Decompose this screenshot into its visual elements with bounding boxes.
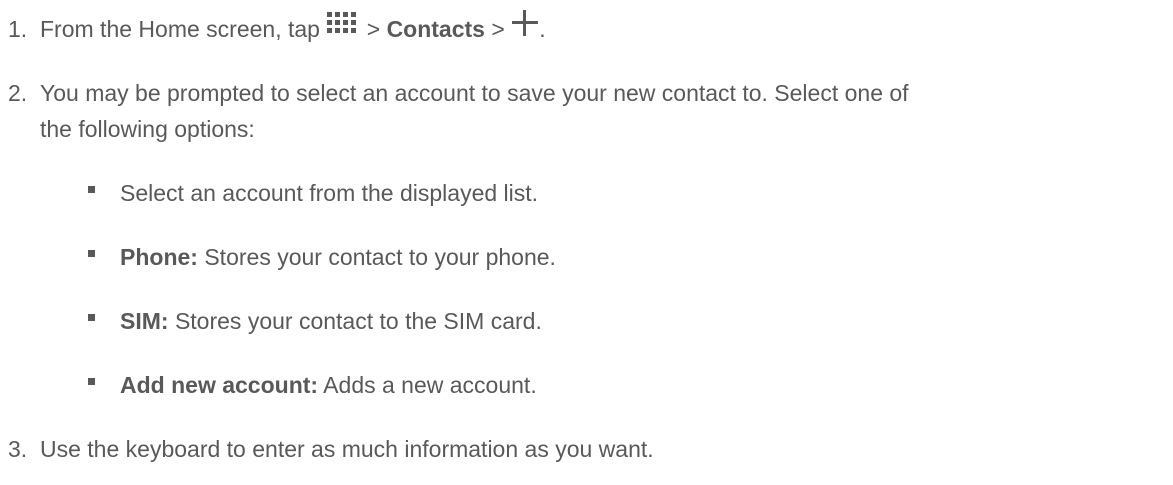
bullet-text: Select an account from the displayed lis… (120, 180, 539, 206)
separator: > (484, 16, 512, 42)
plus-icon (511, 9, 539, 46)
step-3: 3. Use the keyboard to enter as much info… (8, 432, 654, 466)
step-1-intro: From the Home screen, tap (40, 16, 327, 42)
contacts-label: Contacts (386, 16, 485, 42)
apps-grid-icon (326, 10, 360, 45)
step-1-period: . (539, 16, 546, 42)
bullet-text: Stores your contact to your phone. (197, 244, 556, 270)
bullet-icon (88, 378, 95, 385)
bullet-icon (88, 250, 95, 257)
bullet-label: Add new account: (120, 372, 319, 398)
step-text: Use the keyboard to enter as much inform… (40, 436, 654, 462)
bullet-text: Stores your contact to the SIM card. (168, 308, 542, 334)
step-number: 3. (8, 436, 28, 462)
bullet-text: Adds a new account. (318, 372, 537, 398)
separator: > (360, 16, 387, 42)
step-number: 1. (8, 16, 28, 42)
step-text: You may be prompted to select an account… (40, 80, 909, 106)
step-2-continuation: the following options: (40, 116, 255, 142)
step-number: 2. (8, 80, 28, 106)
bullet-icon (88, 314, 95, 321)
step-1: 1. From the Home screen, tap > Contacts >… (8, 9, 546, 49)
step-text: From the Home screen, tap > Contacts > . (40, 9, 546, 49)
bullet-label: SIM: (120, 308, 169, 334)
bullet-icon (88, 186, 95, 193)
bullet-label: Phone: (120, 244, 198, 270)
step-2: 2. You may be prompted to select an accou… (8, 76, 909, 110)
